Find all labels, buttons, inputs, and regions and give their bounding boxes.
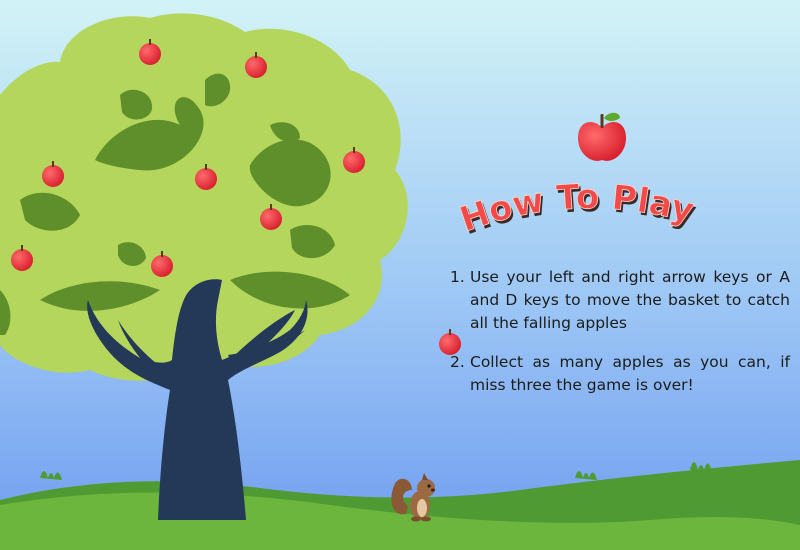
instruction-text: Use your left and right arrow keys or A … (470, 268, 790, 332)
instruction-item: 1. Use your left and right arrow keys or… (450, 266, 790, 335)
instructions-list: 1. Use your left and right arrow keys or… (450, 266, 790, 413)
title: How To Play How To Play (455, 177, 700, 243)
instruction-text: Collect as many apples as you can, if mi… (470, 353, 790, 394)
title-text: How To Play (455, 177, 698, 241)
how-to-play-screen: How To Play How To Play 1. Use your left… (0, 0, 800, 550)
instruction-number: 1. (450, 268, 465, 286)
svg-text:How To Play: How To Play (455, 177, 698, 240)
instruction-item: 2. Collect as many apples as you can, if… (450, 351, 790, 397)
instruction-number: 2. (450, 353, 465, 371)
